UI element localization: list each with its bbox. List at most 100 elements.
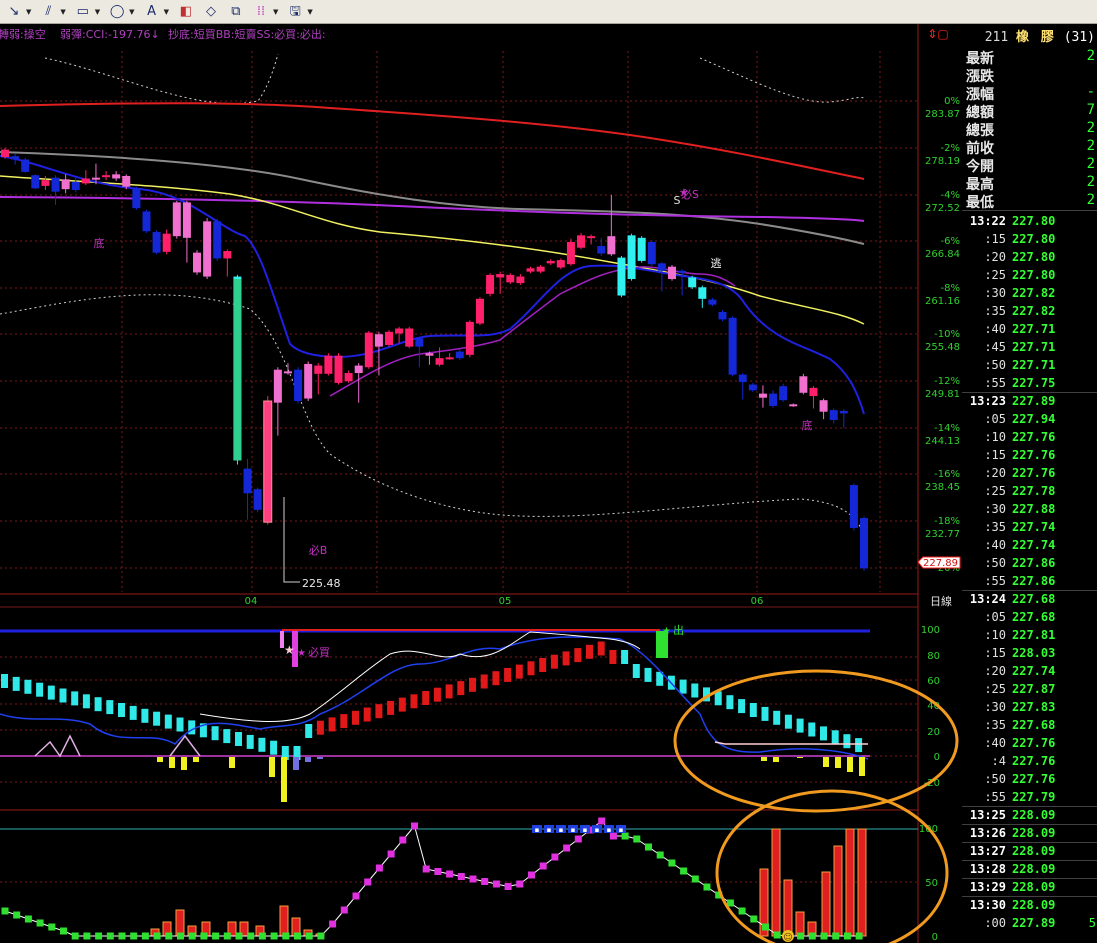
chevron-down-icon[interactable]: ▼ <box>273 8 278 16</box>
vol-line-marker <box>750 915 758 923</box>
tick-divider <box>962 860 1097 861</box>
chevron-down-icon[interactable]: ▼ <box>307 8 312 16</box>
candle-body <box>213 221 222 259</box>
tick-time: :30 <box>984 700 1006 714</box>
save-icon[interactable]: 🖫 <box>284 2 306 22</box>
tick-price: 227.76 <box>1012 466 1056 480</box>
tick-time: 13:25 <box>969 808 1006 822</box>
osc-hist-bar <box>410 694 418 709</box>
candle-body <box>647 241 656 265</box>
osc-hist-bar <box>738 699 746 714</box>
candle-body <box>718 312 727 320</box>
vol-line-marker <box>434 868 442 875</box>
tick-price: 227.71 <box>1012 322 1056 336</box>
tick-price: 227.87 <box>1012 682 1056 696</box>
osc-neg-bar <box>157 757 163 762</box>
chevron-down-icon[interactable]: ▼ <box>164 8 169 16</box>
chevron-down-icon[interactable]: ▼ <box>60 8 65 16</box>
osc-hist-bar <box>375 704 383 719</box>
copy-chart-icon[interactable]: ⧉ <box>225 2 247 22</box>
candle-body <box>819 400 828 412</box>
vol-line-marker <box>762 923 769 931</box>
tick-row: :20 227.74 <box>962 663 1097 681</box>
vol-line-marker <box>24 915 32 923</box>
vol-line-marker <box>703 883 711 891</box>
tick-row: 13:27 228.09 <box>962 842 1097 861</box>
chevron-down-icon[interactable]: ▼ <box>26 8 31 16</box>
osc-y-label: 100 <box>921 625 940 636</box>
candle-body <box>233 279 242 461</box>
vol-line-marker <box>36 919 44 927</box>
tick-row: :00 227.89 5 <box>962 915 1097 933</box>
osc-hist-bar <box>71 691 79 706</box>
osc-hist-bar <box>59 688 67 703</box>
tick-price: 227.88 <box>1012 502 1056 516</box>
eraser-icon[interactable]: ◇ <box>200 2 222 22</box>
candle-body <box>61 179 70 190</box>
tick-row: :4 227.76 <box>962 753 1097 771</box>
color-palette-icon[interactable]: ⁞⁞ <box>250 2 272 22</box>
tick-row: :30 227.83 <box>962 699 1097 717</box>
drawing-toolbar: ↘ ▼ ⫽ ▼ ▭ ▼ ◯ ▼ A ▼ ◧ ◇ ⧉ ⁞⁞ ▼ 🖫 ▼ <box>0 0 1097 24</box>
tick-price: 227.71 <box>1012 358 1056 372</box>
vol-line-marker <box>645 843 652 851</box>
candle-body <box>435 358 444 365</box>
tick-price: 228.03 <box>1012 646 1056 660</box>
osc-hist-bar <box>820 726 827 741</box>
tick-time: 13:23 <box>969 394 1006 408</box>
quote-label: 最高 <box>966 177 994 193</box>
osc-hist-bar <box>328 717 336 732</box>
rectangle-icon[interactable]: ▭ <box>72 2 94 22</box>
y-axis-price-label: 266.84 <box>925 249 960 260</box>
chevron-down-icon[interactable]: ▼ <box>129 8 134 16</box>
chevron-down-icon[interactable]: ▼ <box>95 8 100 16</box>
osc-hist-bar <box>363 707 371 722</box>
tick-time: 13:22 <box>969 214 1006 228</box>
vol-line-marker <box>446 870 454 878</box>
vol-line-marker <box>797 932 805 940</box>
last-price-tag: 227.89 <box>917 556 961 569</box>
ellipse-icon[interactable]: ◯ <box>106 2 128 22</box>
osc-neg-bar <box>797 757 803 758</box>
quote-value: 2 <box>1086 120 1095 136</box>
text-annotate-icon[interactable]: A <box>141 2 163 22</box>
candle-body <box>526 268 535 272</box>
vol-line-marker <box>13 911 21 919</box>
tick-row: :05 227.68 <box>962 609 1097 627</box>
tick-price: 227.89 <box>1012 916 1056 930</box>
line-tool-icon[interactable]: ↘ <box>3 2 25 22</box>
candle-body <box>577 235 586 248</box>
kline-chart[interactable]: 底底必B必SS逃★225.48 ★ ★ 必買★ 出 ▪ ▪ ▪ ▪ ▪ ▪ ▪ ▪☺ 0%283.8… <box>0 24 962 943</box>
osc-hist-bar <box>106 700 114 715</box>
quote-row: 漲跌 <box>962 66 1097 85</box>
osc-hist-bar <box>632 664 640 678</box>
y-axis-pct-label: -14% <box>934 423 960 434</box>
parallel-lines-icon[interactable]: ⫽ <box>37 2 59 22</box>
osc-y-label: 0 <box>934 752 940 763</box>
ruler-icon[interactable]: ◧ <box>175 2 197 22</box>
vol-line-marker <box>680 867 688 875</box>
vol-line-marker <box>60 927 67 935</box>
osc-neg-bar <box>293 757 299 770</box>
volume-bar <box>175 909 185 937</box>
tick-row: 13:22 227.80 <box>962 213 1097 231</box>
osc-hist-bar <box>94 697 102 712</box>
quote-label: 今開 <box>966 159 994 175</box>
candle-body <box>698 287 707 299</box>
volume-bar <box>795 911 805 937</box>
tick-row: :35 227.82 <box>962 303 1097 321</box>
candle-body <box>172 202 181 237</box>
tick-price: 227.75 <box>1012 376 1056 390</box>
y-axis-price-label: 238.45 <box>925 482 960 493</box>
tick-row: :15 228.03 <box>962 645 1097 663</box>
tick-time: :00 <box>984 916 1006 930</box>
candle-body <box>496 274 505 278</box>
osc-neg-bar <box>859 757 865 776</box>
period-label: 日線 <box>930 594 952 608</box>
candle-body <box>516 276 525 284</box>
vol-line-marker <box>118 932 126 940</box>
candle-body <box>536 266 545 272</box>
tick-row: :30 227.82 <box>962 285 1097 303</box>
stock-name: 橡 膠 <box>1016 30 1056 45</box>
y-axis-pct-label: -18% <box>934 516 960 527</box>
